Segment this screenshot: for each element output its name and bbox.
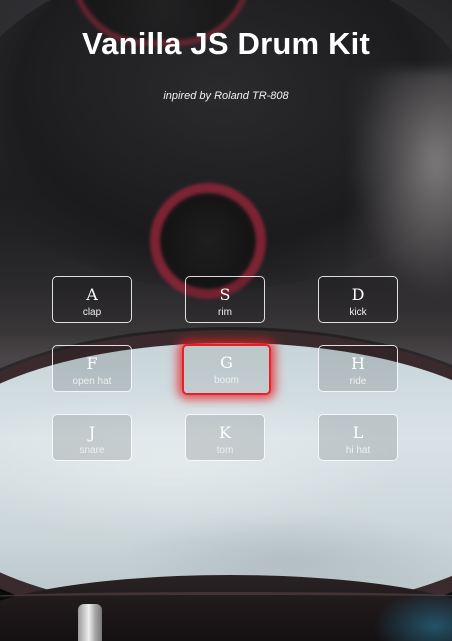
key-letter: F — [86, 354, 98, 373]
key-sound-label: hi hat — [345, 445, 371, 456]
key-sound-label: clap — [82, 307, 102, 318]
page-title: Vanilla JS Drum Kit — [81, 26, 371, 61]
key-sound-label: ride — [349, 376, 367, 387]
key-a[interactable]: A clap — [52, 276, 132, 323]
key-g[interactable]: G boom — [182, 344, 271, 395]
key-s[interactable]: S rim — [185, 276, 265, 323]
key-sound-label: kick — [349, 307, 367, 318]
key-d[interactable]: D kick — [318, 276, 398, 323]
key-f[interactable]: F open hat — [52, 345, 132, 392]
key-l[interactable]: L hi hat — [318, 414, 398, 461]
key-letter: G — [220, 353, 233, 372]
key-sound-label: open hat — [72, 376, 112, 387]
drum-keys-grid: A clap S rim D kick F open hat G boom H … — [52, 276, 402, 466]
key-h[interactable]: H ride — [318, 345, 398, 392]
header: Vanilla JS Drum Kit inpired by Roland TR… — [0, 26, 452, 102]
key-letter: H — [351, 354, 365, 373]
key-sound-label: boom — [213, 375, 239, 386]
key-sound-label: rim — [218, 307, 232, 318]
page-subtitle: inpired by Roland TR-808 — [163, 90, 289, 102]
key-letter: L — [352, 423, 364, 442]
key-letter: D — [351, 285, 365, 304]
key-sound-label: tom — [216, 445, 234, 456]
key-letter: K — [219, 423, 231, 442]
key-sound-label: snare — [79, 445, 105, 456]
background-highlight — [352, 70, 452, 300]
key-j[interactable]: J snare — [52, 414, 132, 461]
drum-lug — [78, 604, 102, 641]
key-k[interactable]: K tom — [185, 414, 265, 461]
key-letter: A — [86, 285, 98, 304]
key-letter: J — [88, 423, 96, 442]
key-letter: S — [219, 285, 231, 304]
background-teal-edge — [372, 590, 452, 641]
